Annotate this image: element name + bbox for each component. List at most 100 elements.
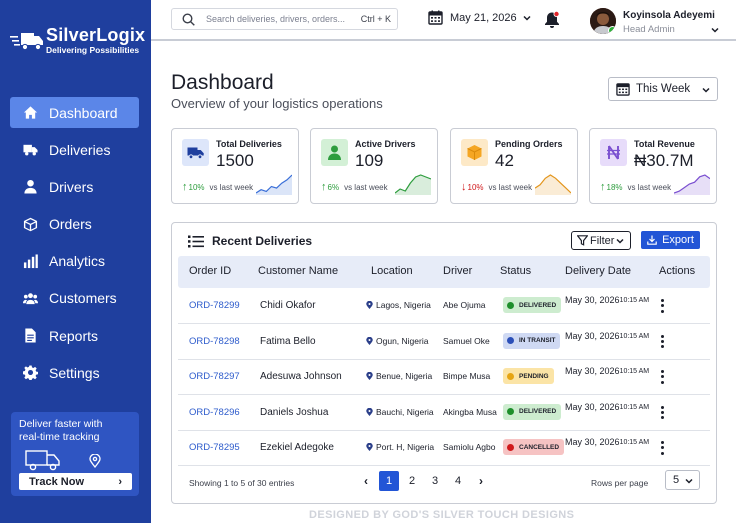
download-icon xyxy=(647,235,657,245)
column-header[interactable]: Status xyxy=(500,265,531,277)
arrow-down-icon: ↓ xyxy=(461,181,467,193)
delivery-date: May 30, 2026 10:15 AM xyxy=(565,437,649,448)
row-actions-menu-icon[interactable] xyxy=(661,441,665,456)
period-select[interactable]: This Week xyxy=(608,77,718,101)
column-header[interactable]: Location xyxy=(371,265,413,277)
home-icon xyxy=(22,105,38,121)
table-row[interactable]: ORD-78298 Fatima Bello Ogun, Nigeria Samuel… xyxy=(178,325,710,360)
stat-card-pending-orders[interactable]: Pending Orders 42 ↓ 10% vs last week xyxy=(450,128,578,204)
stat-card-active-drivers[interactable]: Active Drivers 109 ↑ 6% vs last week xyxy=(310,128,438,204)
brand-name-part1: Silver xyxy=(46,25,97,45)
date-picker[interactable]: May 21, 2026 xyxy=(428,10,531,25)
page-button[interactable]: 4 xyxy=(448,471,468,491)
status-badge: DELIVERED xyxy=(503,297,562,313)
search-input[interactable] xyxy=(206,14,346,24)
sidebar-item-drivers[interactable]: Drivers xyxy=(10,171,139,202)
table-row[interactable]: ORD-78297 Adesuwa Johnson Benue, Nigeria Bi… xyxy=(178,360,710,395)
chevron-down-icon xyxy=(685,478,693,484)
notification-bell-icon[interactable] xyxy=(544,11,560,29)
page-button[interactable]: 1 xyxy=(379,471,399,491)
order-id-link[interactable]: ORD-78295 xyxy=(189,442,240,453)
sidebar-item-settings[interactable]: Settings xyxy=(10,357,139,388)
previous-page-button[interactable]: ‹ xyxy=(356,471,376,491)
sidebar-item-reports[interactable]: Reports xyxy=(10,320,139,351)
sparkline xyxy=(674,174,710,195)
sidebar-item-customers[interactable]: Customers xyxy=(10,283,139,314)
stat-label: Pending Orders xyxy=(495,139,563,149)
table-row[interactable]: ORD-78296 Daniels Joshua Bauchi, Nigeria Ak… xyxy=(178,396,710,431)
panel-title: Recent Deliveries xyxy=(188,234,312,248)
sidebar-item-analytics[interactable]: Analytics xyxy=(10,246,139,277)
search-box[interactable]: Ctrl + K xyxy=(171,8,398,30)
row-actions-menu-icon[interactable] xyxy=(661,299,665,314)
table-row[interactable]: ORD-78295 Ezekiel Adegoke Port. H, Nigeria… xyxy=(178,431,710,466)
delivery-date: May 30, 2026 10:15 AM xyxy=(565,366,649,377)
sidebar-item-label: Orders xyxy=(49,216,92,233)
table-header: Order ID Customer Name Location Driver S… xyxy=(178,256,710,288)
online-status-indicator xyxy=(608,26,616,34)
stat-card-total-revenue[interactable]: Total Revenue ₦30.7M ↑ 18% vs last week xyxy=(589,128,717,204)
filter-button[interactable]: Filter xyxy=(571,231,631,250)
column-header[interactable]: Customer Name xyxy=(258,265,338,277)
column-header[interactable]: Delivery Date xyxy=(565,265,631,277)
gear-icon xyxy=(22,365,38,381)
column-header[interactable]: Order ID xyxy=(189,265,231,277)
status-badge: CANCELLED xyxy=(503,439,565,455)
avatar[interactable] xyxy=(590,8,616,34)
order-id-link[interactable]: ORD-78297 xyxy=(189,371,240,382)
table-row[interactable]: ORD-78299 Chidi Okafor Lagos, Nigeria Abe O… xyxy=(178,289,710,324)
sidebar-item-orders[interactable]: Orders xyxy=(10,209,139,240)
brand-logo[interactable]: SilverLogix Delivering Possibilities xyxy=(10,26,145,55)
location-pin-icon xyxy=(366,372,373,380)
location-text: Benue, Nigeria xyxy=(376,371,433,381)
stat-delta: ↓ 10% vs last week xyxy=(461,181,532,193)
promo-text: Deliver faster with real-time tracking xyxy=(19,418,103,443)
search-shortcut: Ctrl + K xyxy=(360,14,391,24)
delivery-date: May 30, 2026 10:15 AM xyxy=(565,295,649,306)
delivery-truck-icon xyxy=(25,450,60,471)
sidebar-item-label: Reports xyxy=(49,327,99,344)
location-pin-icon xyxy=(366,407,373,416)
driver-name: Samuel Oke xyxy=(443,335,490,346)
stat-card-total-deliveries[interactable]: Total Deliveries 1500 ↑ 10% vs last week xyxy=(171,128,299,204)
naira-icon xyxy=(600,139,627,166)
sidebar-item-dashboard[interactable]: Dashboard xyxy=(10,97,139,128)
sidebar-item-deliveries[interactable]: Deliveries xyxy=(10,134,139,165)
export-button[interactable]: Export xyxy=(641,231,700,249)
status-dot xyxy=(507,372,514,380)
sparkline xyxy=(535,174,571,195)
logo-truck-icon xyxy=(10,32,43,50)
user-name: Koyinsola Adeyemi xyxy=(623,10,715,21)
rows-per-page-select[interactable]: 5 xyxy=(665,470,700,490)
page-button[interactable]: 3 xyxy=(425,471,445,491)
chevron-right-icon: › xyxy=(118,475,122,488)
stat-delta-caption: vs last week xyxy=(209,182,254,192)
bar-chart-icon xyxy=(22,253,38,269)
sparkline-area xyxy=(674,175,710,195)
order-id-link[interactable]: ORD-78298 xyxy=(189,336,240,347)
location-text: Bauchi, Nigeria xyxy=(376,406,434,417)
row-actions-menu-icon[interactable] xyxy=(661,405,665,421)
panel-title-text: Recent Deliveries xyxy=(212,234,313,248)
stat-label: Active Drivers xyxy=(355,139,416,149)
sparkline xyxy=(256,174,292,195)
order-id-link[interactable]: ORD-78299 xyxy=(189,300,240,311)
next-page-button[interactable]: › xyxy=(471,471,491,491)
driver-icon xyxy=(321,139,348,166)
row-actions-menu-icon[interactable] xyxy=(661,334,665,350)
location-pin-icon xyxy=(366,443,373,451)
arrow-up-icon: ↑ xyxy=(321,181,327,193)
track-now-button[interactable]: Track Now › xyxy=(19,473,132,490)
user-menu-chevron-icon[interactable] xyxy=(711,26,719,34)
pagination: ‹ 1 2 3 4 › xyxy=(356,471,494,491)
driver-name: Samiolu Agbo xyxy=(443,442,496,452)
column-header[interactable]: Driver xyxy=(443,265,472,277)
location-pin-icon xyxy=(366,336,373,345)
row-actions-menu-icon[interactable] xyxy=(661,370,665,385)
promo-card: Deliver faster with real-time tracking T… xyxy=(11,412,139,496)
page-button[interactable]: 2 xyxy=(402,471,422,491)
stat-delta-caption: vs last week xyxy=(488,182,533,192)
user-icon xyxy=(22,179,38,195)
order-id-link[interactable]: ORD-78296 xyxy=(189,407,240,418)
stat-value: 109 xyxy=(355,151,384,170)
